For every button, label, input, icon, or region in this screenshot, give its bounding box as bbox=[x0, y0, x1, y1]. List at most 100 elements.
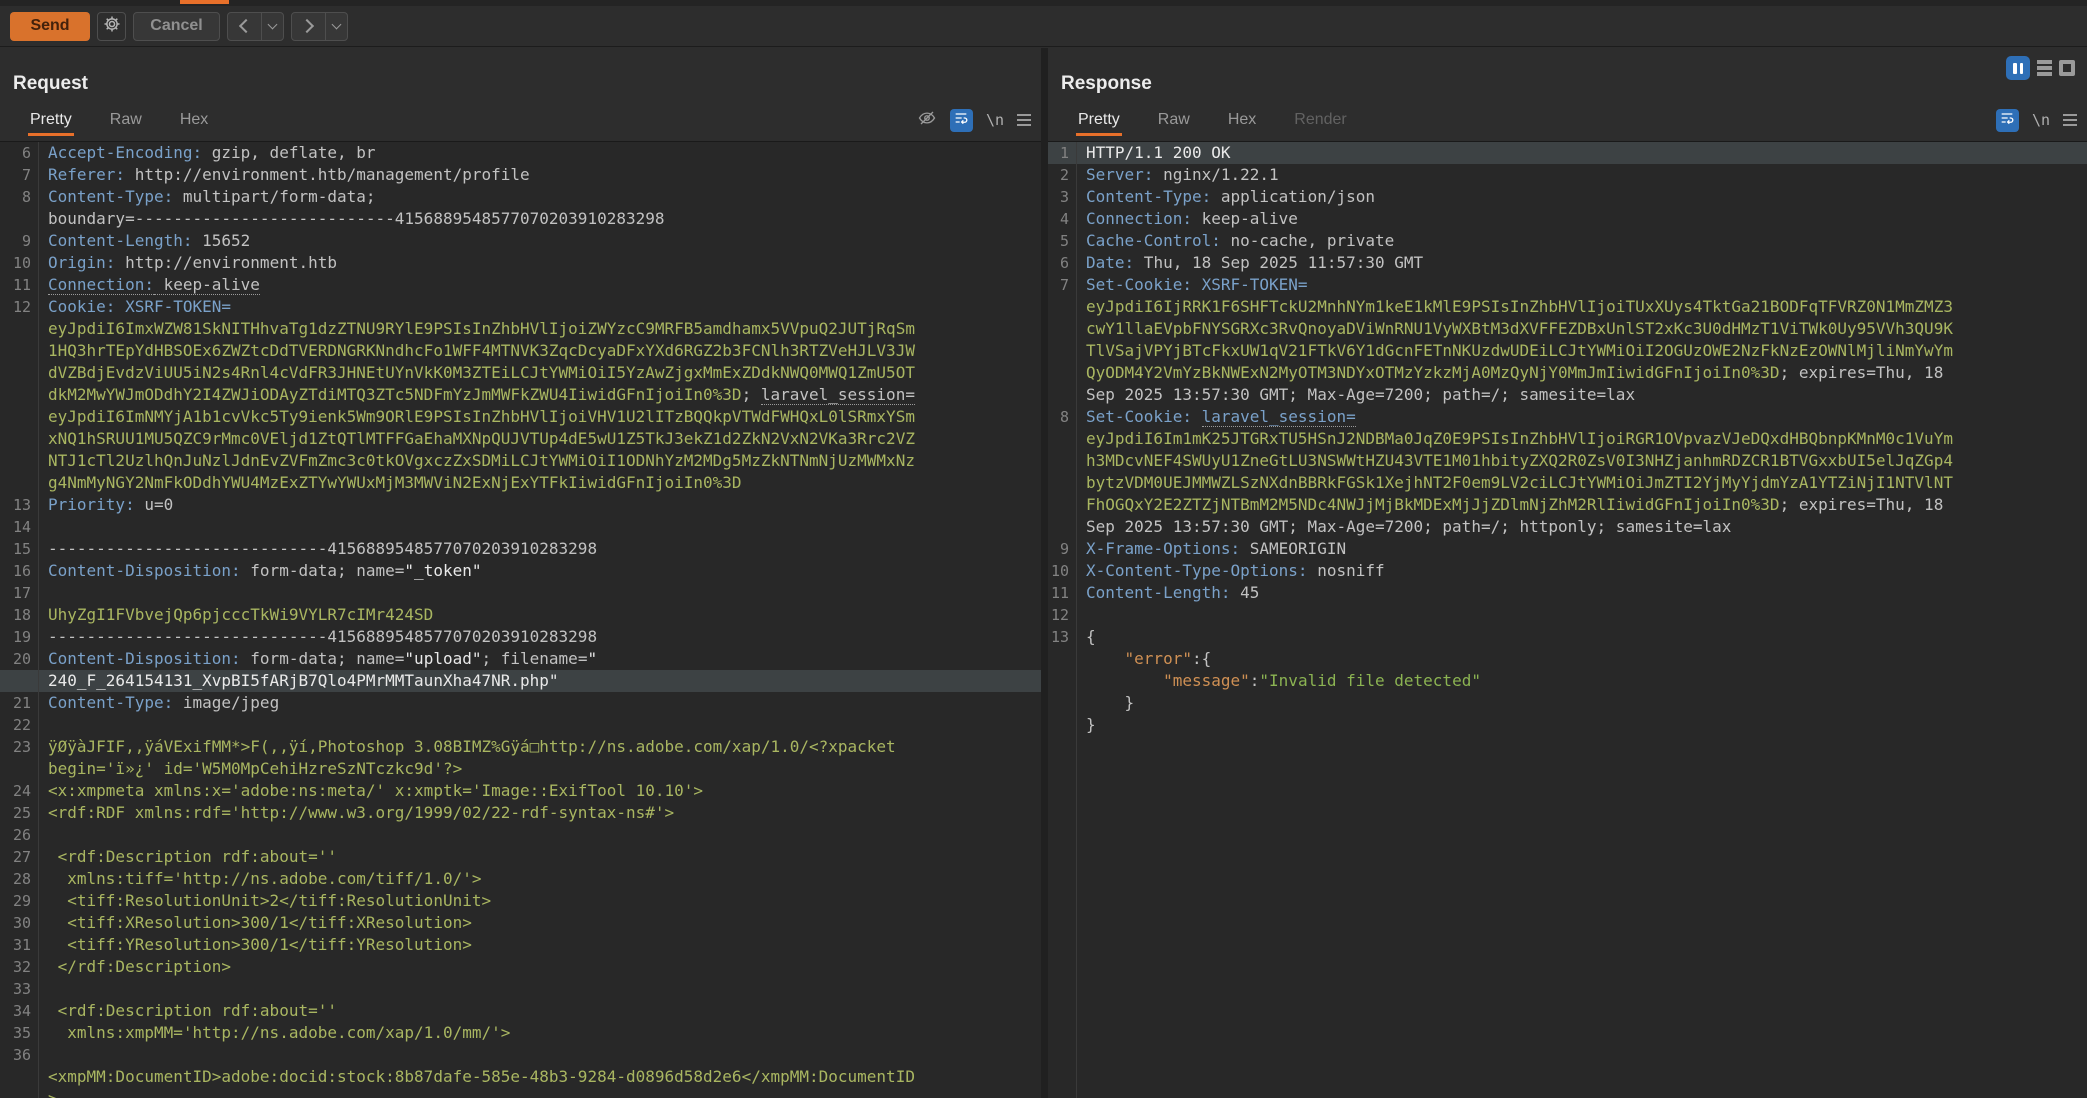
line-number bbox=[0, 340, 38, 362]
line-number: 22 bbox=[0, 714, 38, 736]
word-wrap-toggle[interactable] bbox=[1996, 109, 2019, 132]
request-menu-button[interactable] bbox=[1017, 114, 1031, 126]
request-tab-raw[interactable]: Raw bbox=[110, 111, 142, 129]
code-line: 15-----------------------------415688954… bbox=[0, 538, 1041, 560]
code-line: 11Content-Length: 45 bbox=[1048, 582, 2087, 604]
response-tab-raw[interactable]: Raw bbox=[1158, 111, 1190, 129]
code-text: <x:xmpmeta xmlns:x='adobe:ns:meta/' x:xm… bbox=[48, 780, 1041, 802]
line-number: 34 bbox=[0, 1000, 38, 1022]
line-number bbox=[0, 384, 38, 406]
line-number: 28 bbox=[0, 868, 38, 890]
code-text: TlVSajVPYjBTcFkxUW1qV21FTkV6Y1dGcnFETnNK… bbox=[1086, 340, 2087, 362]
send-settings-button[interactable] bbox=[97, 12, 126, 41]
code-line: <xmpMM:DocumentID>adobe:docid:stock:8b87… bbox=[0, 1066, 1041, 1088]
line-number bbox=[0, 428, 38, 450]
back-button[interactable] bbox=[228, 13, 261, 40]
code-line: 31 <tiff:YResolution>300/1</tiff:YResolu… bbox=[0, 934, 1041, 956]
line-number bbox=[1048, 714, 1076, 736]
code-line: eyJpdiI6ImxWZW81SkNITHhvaTg1dzZTNU9RYlE9… bbox=[0, 318, 1041, 340]
line-number: 14 bbox=[0, 516, 38, 538]
code-line: 13Priority: u=0 bbox=[0, 494, 1041, 516]
chevron-down-icon bbox=[268, 20, 278, 30]
code-text: 1HQ3hrTEpYdHBSOEx6ZWZtcDdTVERDNGRKNndhcF… bbox=[48, 340, 1041, 362]
layout-controls bbox=[2006, 56, 2075, 80]
line-number bbox=[0, 362, 38, 384]
code-text: } bbox=[1086, 692, 2087, 714]
layout-rows-button[interactable] bbox=[2037, 60, 2052, 76]
code-line: eyJpdiI6IjRRK1F6SHFTckU2MnhNYm1keE1kMlE9… bbox=[1048, 296, 2087, 318]
code-text: Content-Disposition: form-data; name="_t… bbox=[48, 560, 1041, 582]
code-line: 35 xmlns:xmpMM='http://ns.adobe.com/xap/… bbox=[0, 1022, 1041, 1044]
send-button[interactable]: Send bbox=[10, 12, 90, 41]
line-number: 19 bbox=[0, 626, 38, 648]
line-number: 10 bbox=[1048, 560, 1076, 582]
forward-button[interactable] bbox=[292, 13, 325, 40]
code-text: eyJpdiI6ImNMYjA1b1cvVkc5Ty9ienk5Wm9ORlE9… bbox=[48, 406, 1041, 428]
line-number: 7 bbox=[1048, 274, 1076, 296]
response-view-controls: \n bbox=[1996, 108, 2077, 132]
line-number bbox=[0, 1066, 38, 1088]
code-text: Content-Type: application/json bbox=[1086, 186, 2087, 208]
pause-button[interactable] bbox=[2006, 56, 2030, 80]
code-text: Connection: keep-alive bbox=[1086, 208, 2087, 230]
hide-nonprintable-button[interactable] bbox=[917, 109, 937, 132]
cancel-button[interactable]: Cancel bbox=[133, 12, 220, 41]
layout-single-button[interactable] bbox=[2059, 60, 2075, 76]
code-line: 25<rdf:RDF xmlns:rdf='http://www.w3.org/… bbox=[0, 802, 1041, 824]
code-line: 1HTTP/1.1 200 OK bbox=[1048, 142, 2087, 164]
line-number: 30 bbox=[0, 912, 38, 934]
request-tab-pretty[interactable]: Pretty bbox=[30, 111, 72, 129]
line-number bbox=[1048, 362, 1076, 384]
code-text: "error":{ bbox=[1086, 648, 2087, 670]
show-newlines-toggle[interactable]: \n bbox=[986, 111, 1004, 129]
code-line: TlVSajVPYjBTcFkxUW1qV21FTkV6Y1dGcnFETnNK… bbox=[1048, 340, 2087, 362]
line-number: 9 bbox=[0, 230, 38, 252]
code-line: } bbox=[1048, 692, 2087, 714]
back-dropdown-button[interactable] bbox=[261, 13, 283, 40]
code-line: 34 <rdf:Description rdf:about='' bbox=[0, 1000, 1041, 1022]
code-text: -----------------------------41568895485… bbox=[48, 626, 1041, 648]
response-tab-pretty[interactable]: Pretty bbox=[1078, 111, 1120, 129]
word-wrap-toggle[interactable] bbox=[950, 109, 973, 132]
line-number: 17 bbox=[0, 582, 38, 604]
code-text: Origin: http://environment.htb bbox=[48, 252, 1041, 274]
code-text: Content-Type: multipart/form-data; bbox=[48, 186, 1041, 208]
show-newlines-toggle[interactable]: \n bbox=[2032, 111, 2050, 129]
code-line: 9Content-Length: 15652 bbox=[0, 230, 1041, 252]
code-text: Content-Length: 45 bbox=[1086, 582, 2087, 604]
code-text: xNQ1hSRUU1MU5QZC9rMmc0VEljd1ZtQTlMTFFGaE… bbox=[48, 428, 1041, 450]
code-text: UhyZgI1FVbvejQp6pjcccTkWi9VYLR7cIMr424SD bbox=[48, 604, 1041, 626]
request-pane: Request Pretty Raw Hex bbox=[0, 48, 1041, 1098]
code-line: 8Set-Cookie: laravel_session= bbox=[1048, 406, 2087, 428]
code-line: 9X-Frame-Options: SAMEORIGIN bbox=[1048, 538, 2087, 560]
line-number: 8 bbox=[1048, 406, 1076, 428]
response-tab-hex[interactable]: Hex bbox=[1228, 111, 1256, 129]
code-line: h3MDcvNEF4SWUyU1ZneGtLU3NSWWtHZU43VTE1M0… bbox=[1048, 450, 2087, 472]
code-line: > bbox=[0, 1088, 1041, 1098]
line-number: 2 bbox=[1048, 164, 1076, 186]
rows-layout-icon bbox=[2037, 60, 2052, 76]
code-text: bytzVDM0UEJMMWZLSzNXdnBBRkFGSk1XejhNT2F0… bbox=[1086, 472, 2087, 494]
request-tabs: Pretty Raw Hex bbox=[30, 111, 208, 129]
response-pane-title: Response bbox=[1061, 73, 1152, 95]
line-number: 29 bbox=[0, 890, 38, 912]
request-tab-hex[interactable]: Hex bbox=[180, 111, 208, 129]
pane-divider[interactable] bbox=[1041, 48, 1048, 1098]
forward-dropdown-button[interactable] bbox=[325, 13, 347, 40]
response-menu-button[interactable] bbox=[2063, 114, 2077, 126]
line-number: 33 bbox=[0, 978, 38, 1000]
code-text: dVZBdjEvdzViUU5iN2s4Rnl4cVdFR3JHNEtUYnVk… bbox=[48, 362, 1041, 384]
code-text bbox=[48, 582, 1041, 604]
word-wrap-icon bbox=[1999, 110, 2015, 131]
code-text: Connection: keep-alive bbox=[48, 274, 1041, 296]
code-line: dVZBdjEvdzViUU5iN2s4Rnl4cVdFR3JHNEtUYnVk… bbox=[0, 362, 1041, 384]
line-number: 16 bbox=[0, 560, 38, 582]
request-editor[interactable]: 6Accept-Encoding: gzip, deflate, br7Refe… bbox=[0, 141, 1041, 1098]
code-text: <rdf:RDF xmlns:rdf='http://www.w3.org/19… bbox=[48, 802, 1041, 824]
response-editor[interactable]: 1HTTP/1.1 200 OK2Server: nginx/1.22.13Co… bbox=[1048, 141, 2087, 1098]
code-text: HTTP/1.1 200 OK bbox=[1086, 142, 2087, 164]
code-text: Cache-Control: no-cache, private bbox=[1086, 230, 2087, 252]
request-view-controls: \n bbox=[917, 108, 1031, 132]
code-line: eyJpdiI6Im1mK25JTGRxTU5HSnJ2NDBMa0JqZ0E9… bbox=[1048, 428, 2087, 450]
gear-icon bbox=[103, 15, 121, 38]
